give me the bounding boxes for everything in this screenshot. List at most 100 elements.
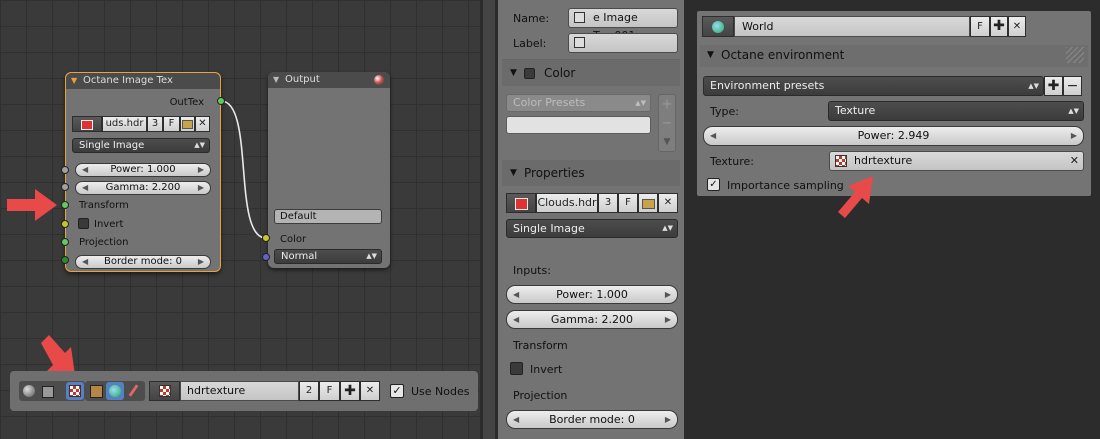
octane-environment-header[interactable]: ▼ Octane environment bbox=[700, 45, 1088, 67]
normal-input-socket[interactable] bbox=[262, 253, 270, 261]
node-name-field[interactable]: e Image Tex.001 bbox=[568, 8, 678, 42]
outtex-output-socket[interactable] bbox=[217, 97, 225, 105]
node-header[interactable]: ▼ Output bbox=[268, 72, 390, 88]
fake-user-button[interactable]: F bbox=[970, 16, 990, 37]
increment-icon: ▶ bbox=[197, 257, 204, 266]
decrement-icon: ◀ bbox=[82, 165, 89, 174]
fake-user-button[interactable]: F bbox=[163, 116, 180, 132]
unlink-world-button[interactable]: ✕ bbox=[1008, 16, 1026, 37]
environment-presets-dropdown[interactable]: Environment presets ▲▼ bbox=[703, 76, 1044, 96]
clear-texture-button[interactable]: ✕ bbox=[1070, 152, 1079, 170]
node-header[interactable]: ▼ Octane Image Tex bbox=[66, 73, 220, 89]
decrement-icon: ◀ bbox=[82, 257, 89, 266]
node-title: Octane Image Tex bbox=[83, 75, 173, 86]
dropdown-value: Texture bbox=[835, 104, 876, 117]
invert-input-socket[interactable] bbox=[61, 220, 69, 228]
projection-input-socket[interactable] bbox=[61, 238, 69, 246]
shader-type-object[interactable] bbox=[21, 383, 37, 399]
drag-handle-icon[interactable] bbox=[1066, 47, 1084, 63]
properties-section-header[interactable]: ▼ Properties bbox=[502, 160, 680, 186]
remove-preset-button[interactable]: − bbox=[659, 114, 675, 133]
image-browse-button[interactable] bbox=[72, 116, 102, 132]
new-world-button[interactable]: ✚ bbox=[990, 16, 1008, 37]
importance-sampling-label: Importance sampling bbox=[727, 179, 844, 192]
projection-label: Projection bbox=[79, 237, 129, 248]
cube-icon bbox=[90, 385, 103, 398]
image-users-count[interactable]: 3 bbox=[598, 193, 618, 213]
fake-user-button[interactable]: F bbox=[618, 193, 638, 213]
use-nodes-checkbox[interactable]: ✓ bbox=[390, 384, 404, 398]
power-input-socket[interactable] bbox=[61, 166, 69, 174]
color-enable-checkbox[interactable] bbox=[524, 68, 535, 79]
collapse-arrow-icon[interactable]: ▼ bbox=[71, 73, 77, 89]
power-slider[interactable]: ◀ Power: 1.000 ▶ bbox=[75, 163, 211, 177]
default-value-field[interactable]: Default bbox=[274, 209, 382, 224]
remove-preset-button[interactable]: − bbox=[1063, 76, 1082, 96]
image-mode-dropdown[interactable]: Single Image ▲▼ bbox=[72, 138, 210, 153]
open-folder-button[interactable] bbox=[180, 116, 195, 132]
power-slider[interactable]: ◀ Power: 2.949 ▶ bbox=[703, 126, 1084, 146]
checker-texture-icon bbox=[158, 385, 171, 397]
open-folder-button[interactable] bbox=[638, 193, 658, 213]
gamma-slider[interactable]: ◀ Gamma: 2.200 ▶ bbox=[506, 310, 678, 329]
texture-context-selector bbox=[85, 381, 145, 401]
texture-name: hdrtexture bbox=[854, 154, 913, 167]
context-object[interactable] bbox=[88, 383, 104, 399]
importance-sampling-checkbox[interactable]: ✓ bbox=[707, 178, 720, 191]
shader-type-texture[interactable] bbox=[66, 382, 84, 400]
power-slider[interactable]: ◀ Power: 1.000 ▶ bbox=[506, 285, 678, 304]
dropdown-value: Normal bbox=[281, 251, 318, 262]
decrement-icon: ◀ bbox=[82, 183, 89, 192]
type-dropdown[interactable]: Texture ▲▼ bbox=[828, 101, 1084, 121]
image-browse-button[interactable] bbox=[506, 193, 536, 213]
context-brush[interactable] bbox=[126, 383, 142, 399]
unlink-button[interactable]: ✕ bbox=[195, 116, 210, 132]
world-browse-button[interactable] bbox=[702, 16, 734, 37]
add-preset-button[interactable]: + bbox=[659, 95, 675, 114]
texture-browse-button[interactable] bbox=[149, 381, 180, 401]
output-node[interactable]: ▼ Output Default Color Normal ▲▼ bbox=[268, 72, 390, 268]
node-editor-header-bar: hdrtexture 2 F ✚ ✕ ✓ Use Nodes bbox=[10, 371, 478, 411]
normal-dropdown[interactable]: Normal ▲▼ bbox=[274, 249, 382, 264]
gamma-input-socket[interactable] bbox=[61, 183, 69, 191]
image-name-field[interactable]: uds.hdr bbox=[102, 116, 147, 132]
invert-checkbox[interactable] bbox=[510, 362, 523, 375]
border-mode-slider[interactable]: ◀ Border mode: 0 ▶ bbox=[75, 255, 211, 269]
color-swatch[interactable] bbox=[506, 116, 651, 134]
color-presets-dropdown[interactable]: Color Presets ▲▼ bbox=[506, 94, 651, 112]
check-icon: ✓ bbox=[392, 384, 402, 397]
plus-icon: ✚ bbox=[1047, 78, 1060, 94]
collapse-arrow-icon[interactable]: ▼ bbox=[273, 72, 279, 88]
invert-checkbox[interactable] bbox=[78, 218, 89, 229]
image-users-count[interactable]: 3 bbox=[147, 116, 163, 132]
texture-field[interactable]: hdrtexture ✕ bbox=[829, 151, 1084, 171]
context-world[interactable] bbox=[106, 382, 124, 400]
border-mode-slider[interactable]: ◀ Border mode: 0 ▶ bbox=[506, 410, 678, 429]
image-mode-dropdown[interactable]: Single Image ▲▼ bbox=[506, 219, 678, 238]
fake-user-button[interactable]: F bbox=[319, 381, 340, 401]
texture-name-field[interactable]: hdrtexture bbox=[180, 381, 299, 401]
shader-type-world[interactable] bbox=[39, 383, 55, 399]
color-section-header[interactable]: ▼ Color bbox=[502, 60, 680, 86]
dropdown-arrow-icon: ▲▼ bbox=[662, 224, 673, 232]
node-editor[interactable]: ▼ Octane Image Tex OutTex uds.hdr 3 F ✕ … bbox=[0, 0, 480, 439]
unlink-button[interactable]: ✕ bbox=[658, 193, 678, 213]
transform-input-socket[interactable] bbox=[61, 201, 69, 209]
new-texture-button[interactable]: ✚ bbox=[340, 381, 360, 401]
image-name-field[interactable]: Clouds.hdr bbox=[536, 193, 598, 213]
world-datablock: World F ✚ ✕ bbox=[702, 16, 1026, 37]
gamma-slider[interactable]: ◀ Gamma: 2.200 ▶ bbox=[75, 181, 211, 195]
world-name-field[interactable]: World bbox=[734, 16, 970, 37]
folder-icon bbox=[641, 199, 655, 209]
area-separator[interactable] bbox=[480, 0, 498, 439]
octane-image-tex-node[interactable]: ▼ Octane Image Tex OutTex uds.hdr 3 F ✕ … bbox=[65, 72, 221, 272]
image-selector-row: Clouds.hdr 3 F ✕ bbox=[506, 193, 678, 213]
increment-icon: ▶ bbox=[197, 165, 204, 174]
node-label-field[interactable] bbox=[568, 33, 678, 53]
texture-users-count[interactable]: 2 bbox=[299, 381, 319, 401]
add-preset-button[interactable]: ✚ bbox=[1044, 76, 1063, 96]
preset-menu-button[interactable]: ▼ bbox=[659, 133, 675, 151]
border-mode-input-socket[interactable] bbox=[61, 256, 69, 264]
color-input-socket[interactable] bbox=[262, 234, 270, 242]
unlink-texture-button[interactable]: ✕ bbox=[360, 381, 380, 401]
